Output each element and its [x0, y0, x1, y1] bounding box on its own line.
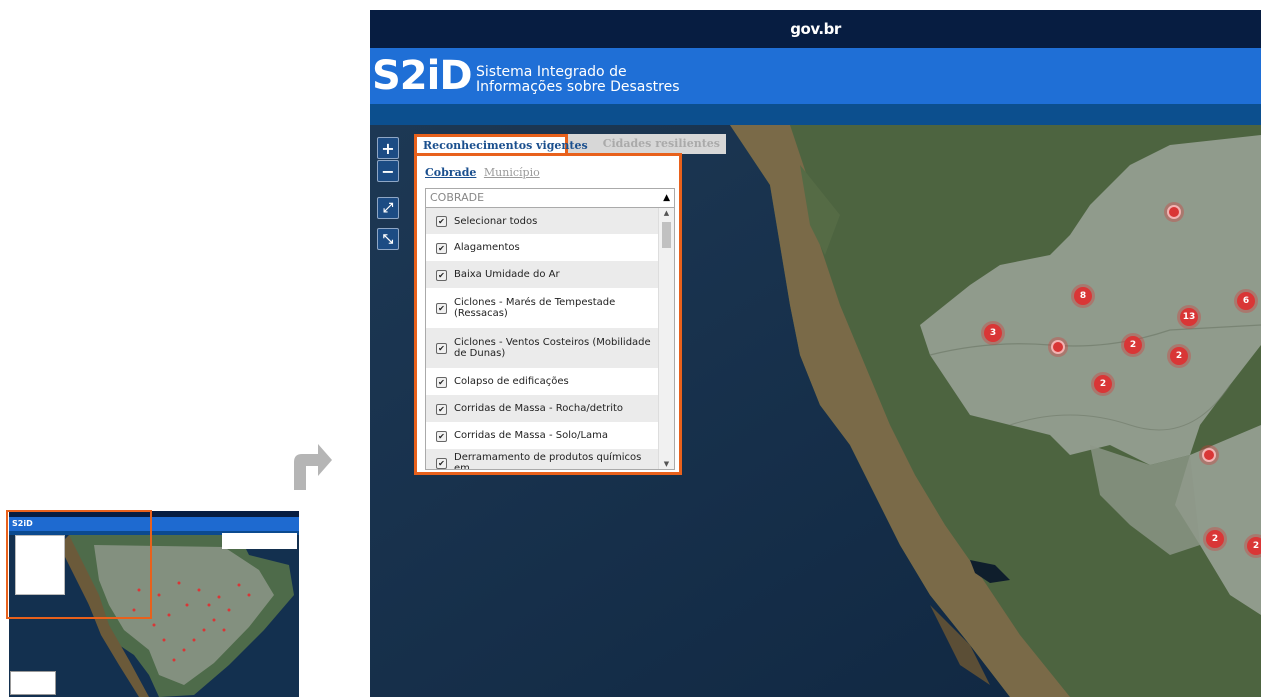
checkbox-checked-icon[interactable]: ✔ — [436, 457, 447, 469]
app-subtitle: Sistema Integrado de Informações sobre D… — [476, 65, 680, 95]
option-label: Ciclones - Marés de Tempestade (Ressacas… — [454, 297, 616, 319]
list-scrollbar[interactable]: ▲ ▼ — [658, 208, 674, 469]
scroll-up-icon[interactable]: ▲ — [659, 209, 674, 217]
checkbox-checked-icon[interactable]: ✔ — [436, 303, 447, 314]
thumbnail-search-box — [222, 533, 297, 549]
list-item[interactable]: ✔ Alagamentos — [426, 234, 658, 261]
option-label: Baixa Umidade do Ar — [454, 269, 560, 280]
map-marker-point[interactable] — [1202, 448, 1216, 462]
options-items: ✔ Selecionar todos ✔ Alagamentos ✔ Baixa Um… — [426, 208, 674, 470]
list-item[interactable]: ✔ Ciclones - Marés de Tempestade (Ressaca… — [426, 288, 658, 328]
app-subtitle-line2: Informações sobre Desastres — [476, 79, 680, 95]
checkbox-checked-icon[interactable]: ✔ — [436, 242, 447, 254]
map-marker-cluster[interactable]: 2 — [1247, 537, 1261, 555]
app-subtitle-line1: Sistema Integrado de — [476, 64, 627, 80]
cobrade-options-list[interactable]: ✔ Selecionar todos ✔ Alagamentos ✔ Baixa Um… — [425, 208, 675, 470]
list-item[interactable]: ✔ Ciclones - Ventos Costeiros (Mobilidade… — [426, 328, 658, 368]
tab-cidades-resilientes[interactable]: Cidades resilientes — [568, 134, 726, 154]
option-label: Ciclones - Ventos Costeiros (Mobilidade … — [454, 337, 651, 359]
map-marker-cluster[interactable]: 2 — [1094, 375, 1112, 393]
s2id-logo[interactable]: S2iD — [372, 52, 473, 100]
thumbnail-legend — [10, 671, 56, 695]
option-label: Colapso de edificações — [454, 376, 569, 387]
panel-subtabs: Cobrade Município — [425, 166, 540, 179]
option-label: Selecionar todos — [454, 215, 538, 227]
main-screenshot: gov.br S2iD Sistema Integrado de Informa… — [370, 10, 1261, 697]
map-marker-cluster[interactable]: 3 — [984, 324, 1002, 342]
thumbnail-highlight-frame — [6, 510, 152, 619]
checkbox-checked-icon[interactable]: ✔ — [436, 216, 447, 227]
caret-up-icon[interactable]: ▲ — [663, 189, 670, 207]
checkbox-checked-icon[interactable]: ✔ — [436, 376, 447, 388]
map-marker-cluster[interactable]: 2 — [1206, 530, 1224, 548]
gov-logo[interactable]: gov.br — [370, 10, 1261, 48]
list-item[interactable]: ✔ Corridas de Massa - Rocha/detrito — [426, 395, 658, 422]
checkbox-checked-icon[interactable]: ✔ — [436, 269, 447, 281]
cobrade-select[interactable]: COBRADE ▲ — [425, 188, 675, 208]
cobrade-select-label: COBRADE — [430, 191, 485, 204]
zoom-in-button[interactable]: + — [377, 137, 399, 159]
map-marker-cluster[interactable]: 13 — [1180, 308, 1198, 326]
map-marker-point[interactable] — [1167, 205, 1181, 219]
list-item[interactable]: ✔ Derramamento de produtos químicos em — [426, 449, 658, 470]
exit-fullscreen-button[interactable]: ⤡ — [377, 228, 399, 250]
option-label: Derramamento de produtos químicos em — [454, 451, 642, 470]
checkbox-checked-icon[interactable]: ✔ — [436, 403, 447, 415]
option-label: Corridas de Massa - Rocha/detrito — [454, 403, 624, 414]
map-marker-cluster[interactable]: 6 — [1237, 292, 1255, 310]
header-sub-bar — [370, 104, 1261, 125]
list-item[interactable]: ✔ Selecionar todos — [426, 208, 658, 234]
list-item[interactable]: ✔ Corridas de Massa - Solo/Lama — [426, 422, 658, 449]
app-header: S2iD Sistema Integrado de Informações so… — [370, 48, 1261, 104]
subtab-cobrade[interactable]: Cobrade — [425, 166, 476, 179]
map-marker-point[interactable] — [1051, 340, 1065, 354]
fullscreen-button[interactable]: ⤢ — [377, 197, 399, 219]
subtab-municipio[interactable]: Município — [484, 166, 540, 179]
filter-panel: Cobrade Município COBRADE ▲ ✔ Selecionar … — [414, 153, 682, 475]
option-label: Corridas de Massa - Solo/Lama — [454, 430, 609, 441]
scroll-thumb[interactable] — [662, 222, 671, 248]
list-item[interactable]: ✔ Colapso de edificações — [426, 368, 658, 395]
arrow-right-icon — [294, 444, 332, 490]
option-label: Alagamentos — [454, 242, 520, 253]
map-marker-cluster[interactable]: 8 — [1074, 287, 1092, 305]
map-marker-cluster[interactable]: 2 — [1170, 347, 1188, 365]
gov-bar: gov.br — [370, 10, 1261, 48]
zoom-out-button[interactable]: − — [377, 160, 399, 182]
scroll-down-icon[interactable]: ▼ — [659, 460, 674, 468]
list-item[interactable]: ✔ Baixa Umidade do Ar — [426, 261, 658, 288]
map-marker-cluster[interactable]: 2 — [1124, 336, 1142, 354]
checkbox-checked-icon[interactable]: ✔ — [436, 343, 447, 354]
checkbox-checked-icon[interactable]: ✔ — [436, 430, 447, 442]
